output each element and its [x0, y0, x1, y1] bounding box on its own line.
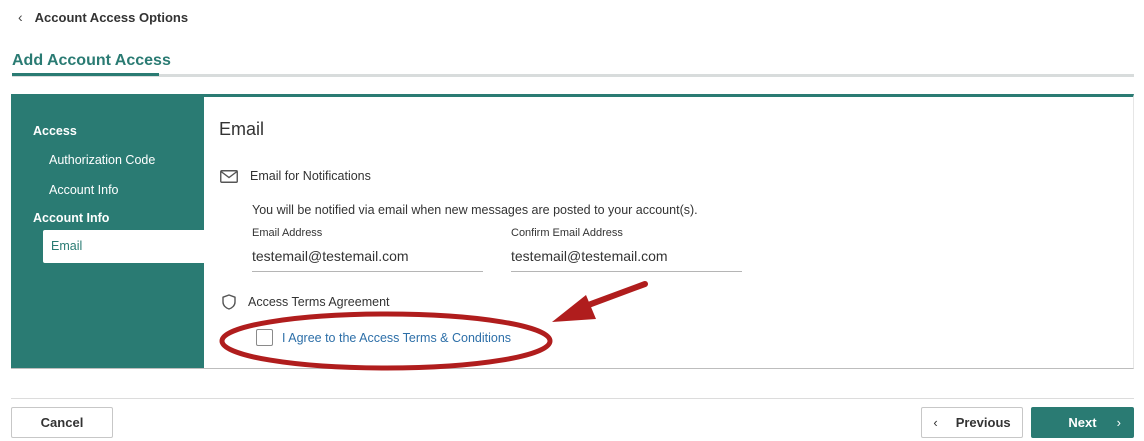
checkbox-box[interactable]	[256, 329, 273, 346]
chevron-left-icon: ‹	[18, 9, 23, 25]
wizard-panel: Access Authorization Code Account Info A…	[11, 94, 1134, 369]
sidebar-item-authorization-code[interactable]: Authorization Code	[49, 153, 155, 167]
cancel-button[interactable]: Cancel	[11, 407, 113, 438]
email-notifications-label: Email for Notifications	[250, 169, 371, 183]
agree-terms-link[interactable]: I Agree to the Access Terms & Conditions	[282, 331, 511, 345]
shield-icon	[222, 294, 236, 310]
previous-label: Previous	[955, 415, 1011, 430]
sidebar-item-email[interactable]: Email	[43, 230, 204, 263]
sidebar-item-account-info[interactable]: Account Info	[49, 183, 119, 197]
email-address-input[interactable]	[252, 248, 483, 272]
chevron-right-icon: ›	[1116, 415, 1121, 430]
back-to-account-access-options[interactable]: ‹ Account Access Options	[18, 9, 188, 25]
breadcrumb-label: Account Access Options	[34, 9, 189, 25]
next-label: Next	[1068, 415, 1097, 430]
page-title: Add Account Access	[12, 52, 171, 69]
wizard-steps-sidebar: Access Authorization Code Account Info A…	[11, 97, 204, 368]
sidebar-group-account-info: Account Info	[33, 211, 110, 225]
title-underline	[12, 74, 1134, 77]
envelope-icon	[220, 169, 238, 183]
title-underline-accent	[12, 73, 159, 76]
access-terms-heading: Access Terms Agreement	[222, 294, 390, 310]
access-terms-label: Access Terms Agreement	[248, 295, 390, 309]
agree-terms-checkbox[interactable]: I Agree to the Access Terms & Conditions	[256, 329, 511, 346]
email-address-field: Email Address	[252, 227, 483, 272]
section-title: Email	[219, 119, 265, 139]
chevron-left-icon: ‹	[933, 415, 938, 430]
footer-divider	[11, 398, 1134, 399]
email-address-label: Email Address	[252, 227, 323, 239]
email-notifications-heading: Email for Notifications	[220, 169, 371, 183]
notification-description: You will be notified via email when new …	[252, 203, 698, 217]
previous-button[interactable]: ‹ Previous	[921, 407, 1023, 438]
confirm-email-label: Confirm Email Address	[511, 227, 623, 239]
step-content: Email Email for Notifications You will b…	[204, 97, 1133, 368]
confirm-email-field: Confirm Email Address	[511, 227, 742, 272]
sidebar-group-access: Access	[33, 124, 77, 138]
next-button[interactable]: Next ›	[1031, 407, 1134, 438]
confirm-email-input[interactable]	[511, 248, 742, 272]
